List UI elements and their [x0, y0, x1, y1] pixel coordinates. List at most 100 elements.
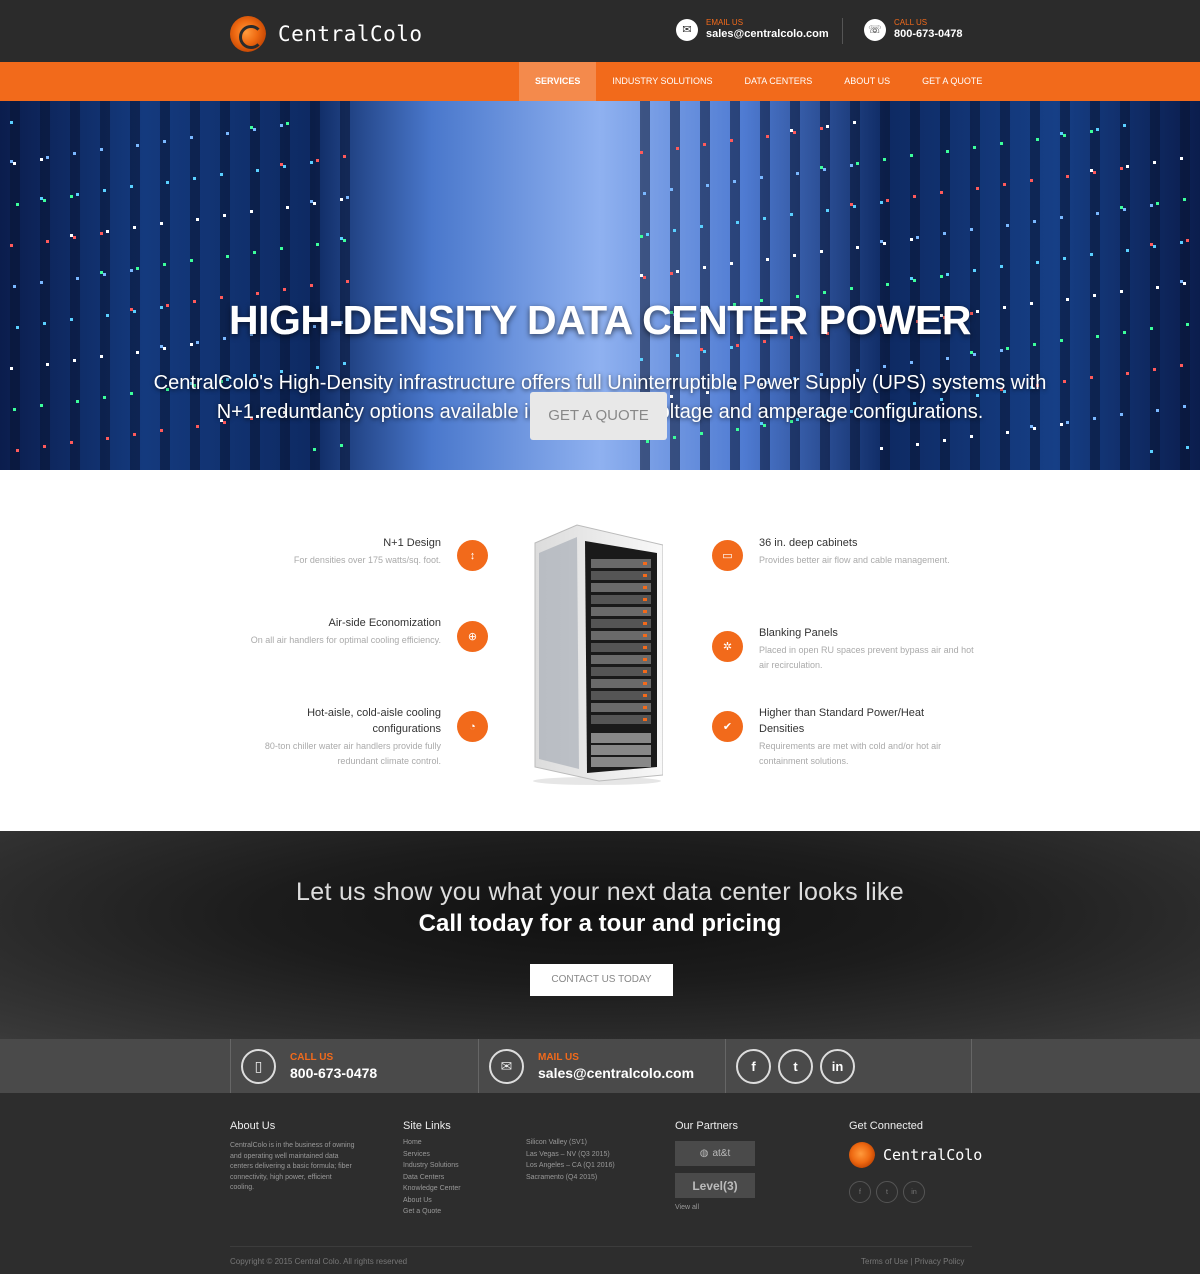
rack-led: [286, 122, 289, 125]
rack-led: [343, 362, 346, 365]
rack-led: [100, 271, 103, 274]
nav-services[interactable]: SERVICES: [519, 62, 597, 101]
rack-led: [640, 151, 643, 154]
footer-link-industry-solutions[interactable]: Industry Solutions: [403, 1160, 461, 1172]
server-slot: [591, 733, 651, 743]
footer-facebook-icon[interactable]: f: [849, 1181, 871, 1203]
rack-led: [220, 173, 223, 176]
rack-led: [163, 140, 166, 143]
rack-led: [73, 236, 76, 239]
rack-led: [1180, 241, 1183, 244]
rack-led: [850, 164, 853, 167]
rack-led: [253, 128, 256, 131]
server-led: [643, 682, 647, 685]
site-logo[interactable]: CentralColo: [230, 16, 423, 52]
rack-led: [16, 203, 19, 206]
rack-led: [943, 232, 946, 235]
footer-link-services[interactable]: Services: [403, 1149, 461, 1161]
footer-link-get-a-quote[interactable]: Get a Quote: [403, 1206, 461, 1218]
rack-led: [133, 226, 136, 229]
rack-led: [910, 154, 913, 157]
rack-led: [1036, 138, 1039, 141]
rack-led: [850, 203, 853, 206]
rack-led: [316, 159, 319, 162]
strip-mail[interactable]: ✉ MAIL US sales@centralcolo.com: [478, 1039, 725, 1093]
footer-location[interactable]: Los Angeles – CA (Q1 2016): [526, 1160, 615, 1172]
rack-led: [916, 443, 919, 446]
rack-led: [1033, 220, 1036, 223]
divider: [842, 18, 843, 44]
rack-led: [70, 441, 73, 444]
nav-get-a-quote[interactable]: GET A QUOTE: [906, 62, 998, 101]
phone-value[interactable]: 800-673-0478: [894, 28, 963, 41]
partner-att-logo[interactable]: ◍ at&t: [675, 1141, 755, 1166]
rack-led: [1090, 130, 1093, 133]
rack-led: [310, 161, 313, 164]
rack-led: [76, 400, 79, 403]
rack-led: [970, 228, 973, 231]
footer-location[interactable]: Silicon Valley (SV1): [526, 1137, 615, 1149]
footer-link-about-us[interactable]: About Us: [403, 1195, 461, 1207]
strip-email[interactable]: sales@centralcolo.com: [538, 1065, 694, 1081]
rack-led: [820, 166, 823, 169]
footer-location[interactable]: Las Vegas – NV (Q3 2015): [526, 1149, 615, 1161]
rack-led: [1033, 427, 1036, 430]
footer-link-knowledge-center[interactable]: Knowledge Center: [403, 1183, 461, 1195]
hero-get-quote-button[interactable]: GET A QUOTE: [530, 392, 667, 440]
nav-data-centers[interactable]: DATA CENTERS: [729, 62, 829, 101]
legal-links[interactable]: Terms of Use | Privacy Policy: [861, 1257, 964, 1266]
server-slot: [591, 559, 651, 568]
footer-location[interactable]: Sacramento (Q4 2015): [526, 1172, 615, 1184]
envelope-icon: ✉: [676, 18, 698, 41]
rack-led: [343, 155, 346, 158]
rack-led: [793, 254, 796, 257]
feature-desc: Requirements are met with cold and/or ho…: [759, 741, 942, 766]
rack-led: [1060, 216, 1063, 219]
footer-link-home[interactable]: Home: [403, 1137, 461, 1149]
nav-industry-solutions[interactable]: INDUSTRY SOLUTIONS: [596, 62, 728, 101]
gear-icon: ✲: [712, 631, 743, 662]
partner-level3-logo[interactable]: Level(3): [675, 1173, 755, 1198]
drive-icon: ▭: [712, 540, 743, 571]
rack-led: [1186, 239, 1189, 242]
contact-us-button[interactable]: CONTACT US TODAY: [530, 964, 673, 996]
rack-led: [823, 291, 826, 294]
rack-led: [703, 350, 706, 353]
linkedin-icon[interactable]: in: [820, 1048, 855, 1084]
rack-led: [853, 205, 856, 208]
header-email[interactable]: ✉ EMAIL US sales@centralcolo.com: [676, 18, 829, 41]
rack-led: [1060, 132, 1063, 135]
rack-led: [1030, 179, 1033, 182]
feature-title: 36 in. deep cabinets: [759, 537, 858, 549]
nav-about-us[interactable]: ABOUT US: [828, 62, 906, 101]
rack-led: [13, 162, 16, 165]
rack-led: [316, 243, 319, 246]
arrows-vertical-icon: ↕: [457, 540, 488, 571]
twitter-icon[interactable]: t: [778, 1048, 813, 1084]
rack-led: [100, 355, 103, 358]
rack-led: [1093, 171, 1096, 174]
rack-led: [160, 222, 163, 225]
feature-title-line-1: Hot-aisle, cold-aisle cooling: [307, 707, 441, 719]
rack-led: [1006, 431, 1009, 434]
footer-logo[interactable]: CentralColo: [849, 1142, 982, 1168]
rack-led: [976, 187, 979, 190]
cta-line-1: Let us show you what your next data cent…: [296, 878, 904, 906]
rack-led: [16, 449, 19, 452]
facebook-icon[interactable]: f: [736, 1048, 771, 1084]
email-value[interactable]: sales@centralcolo.com: [706, 28, 829, 41]
rack-led: [100, 148, 103, 151]
strip-phone[interactable]: 800-673-0478: [290, 1065, 377, 1081]
server-slot: [591, 631, 651, 640]
rack-led: [43, 445, 46, 448]
rack-led: [1126, 165, 1129, 168]
rack-led: [190, 259, 193, 262]
partners-view-all-link[interactable]: View all: [675, 1203, 699, 1214]
strip-call[interactable]: ▯ CALL US 800-673-0478: [230, 1039, 478, 1093]
footer-link-data-centers[interactable]: Data Centers: [403, 1172, 461, 1184]
footer-linkedin-icon[interactable]: in: [903, 1181, 925, 1203]
rack-led: [700, 225, 703, 228]
header-phone[interactable]: ☏ CALL US 800-673-0478: [864, 18, 963, 41]
rack-led: [760, 176, 763, 179]
footer-twitter-icon[interactable]: t: [876, 1181, 898, 1203]
